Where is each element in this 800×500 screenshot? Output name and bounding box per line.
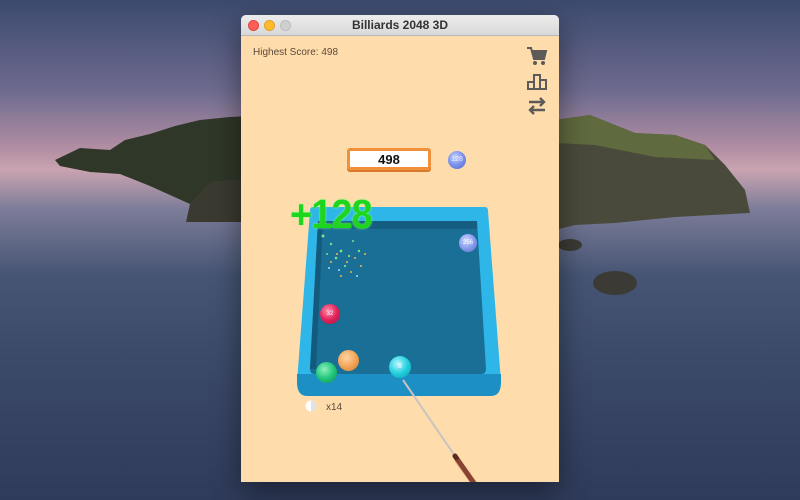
highest-score-label: Highest Score: 498 (253, 47, 339, 58)
window-title: Billiards 2048 3D (351, 18, 449, 32)
swap-icon[interactable] (526, 96, 548, 116)
cue-stick[interactable] (391, 376, 501, 482)
leaderboard-icon[interactable] (526, 71, 548, 91)
ball-top-right: 256 (459, 234, 477, 252)
ball-pink: 32 (320, 304, 340, 324)
game-window: Billiards 2048 3D Highest Score: 498 498… (241, 15, 559, 482)
score-popup: +128 (290, 192, 373, 238)
desktop-island-left (55, 116, 250, 222)
current-score-box: 498 (347, 148, 431, 170)
ball-green (316, 362, 337, 383)
next-ball: 128 (448, 151, 466, 169)
cue-ball-cyan[interactable]: 8 (389, 356, 411, 378)
cue-ball-count-icon (305, 400, 317, 412)
shots-remaining-label: x14 (326, 402, 343, 413)
desktop-island-right (555, 115, 750, 295)
title-bar: Billiards 2048 3D (241, 15, 559, 36)
ball-orange (338, 350, 359, 371)
game-canvas[interactable]: Highest Score: 498 498 128 256 32 8 +128… (241, 36, 559, 482)
cart-icon[interactable] (526, 46, 548, 66)
